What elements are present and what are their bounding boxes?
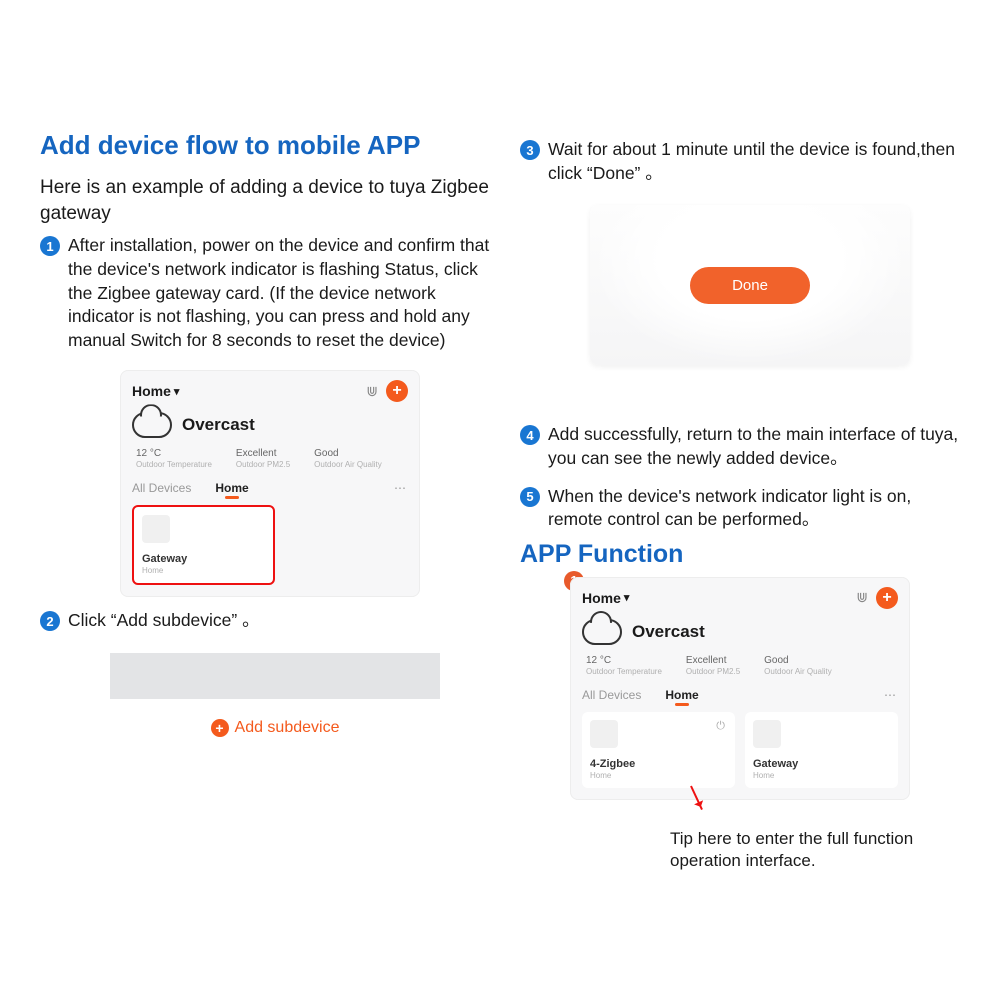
step-bullet-3: 3 <box>520 140 540 160</box>
home-label: Home <box>132 383 171 399</box>
done-button[interactable]: Done <box>690 267 810 304</box>
intro-text: Here is an example of adding a device to… <box>40 175 490 226</box>
zigbee-room: Home <box>590 771 727 780</box>
power-icon[interactable]: ⏻ <box>716 720 725 733</box>
step-4: 4 Add successfully, return to the main i… <box>520 423 970 470</box>
section-app-function: APP Function <box>520 540 970 569</box>
page-title: Add device flow to mobile APP <box>40 130 490 161</box>
stat-temp-sub: Outdoor Temperature <box>136 460 212 469</box>
add-button[interactable]: + <box>386 380 408 402</box>
plus-icon: + <box>211 719 229 737</box>
done-screenshot: Done <box>590 205 910 365</box>
step-bullet-5: 5 <box>520 487 540 507</box>
gateway-name-2: Gateway <box>753 758 890 770</box>
gateway-card-2[interactable]: Gateway Home <box>745 712 898 788</box>
mic-icon[interactable]: ⋓ <box>366 383 378 400</box>
zigbee-card[interactable]: ⏻ 4-Zigbee Home <box>582 712 735 788</box>
app-screenshot-2: Home ▾ ⋓ + Overcast 12 °COutdoor Tempera… <box>570 577 910 800</box>
add-button-2[interactable]: + <box>876 587 898 609</box>
add-subdevice-label: Add subdevice <box>235 719 340 737</box>
step-1: 1 After installation, power on the devic… <box>40 234 490 352</box>
tab-all-devices[interactable]: All Devices <box>132 481 191 495</box>
stat-pm-2: Excellent <box>686 655 740 666</box>
zigbee-name: 4-Zigbee <box>590 758 727 770</box>
tab-home[interactable]: Home <box>215 481 248 495</box>
tab-all-devices-2[interactable]: All Devices <box>582 688 641 702</box>
home-label-2: Home <box>582 590 621 606</box>
weather-label: Overcast <box>182 415 255 435</box>
step-5: 5 When the device's network indicator li… <box>520 485 970 532</box>
weather-label-2: Overcast <box>632 622 705 642</box>
stat-air-2: Good <box>764 655 832 666</box>
step-4-text: Add successfully, return to the main int… <box>548 423 970 470</box>
step-3-text: Wait for about 1 minute until the device… <box>548 138 970 185</box>
gateway-icon-2 <box>753 720 781 748</box>
gateway-icon <box>142 515 170 543</box>
cloud-icon <box>132 412 172 438</box>
home-dropdown-2[interactable]: Home ▾ <box>582 590 629 606</box>
device-placeholder-bar <box>110 653 440 699</box>
stat-air-sub-2: Outdoor Air Quality <box>764 667 832 676</box>
step-3: 3 Wait for about 1 minute until the devi… <box>520 138 970 185</box>
stat-pm-sub: Outdoor PM2.5 <box>236 460 290 469</box>
stat-temp-2: 12 °C <box>586 655 662 666</box>
stat-air: Good <box>314 448 382 459</box>
step-5-text: When the device's network indicator ligh… <box>548 485 970 532</box>
gateway-card[interactable]: Gateway Home <box>132 505 275 585</box>
step-1-text: After installation, power on the device … <box>68 234 490 352</box>
stat-pm-sub-2: Outdoor PM2.5 <box>686 667 740 676</box>
weather-stats-2: 12 °COutdoor Temperature ExcellentOutdoo… <box>582 655 898 676</box>
tab-home-2[interactable]: Home <box>665 688 698 702</box>
step-bullet-2: 2 <box>40 611 60 631</box>
add-subdevice-screenshot: + Add subdevice <box>110 653 440 737</box>
cloud-icon-2 <box>582 619 622 645</box>
add-subdevice-button[interactable]: + Add subdevice <box>110 719 440 737</box>
weather-stats: 12 °COutdoor Temperature ExcellentOutdoo… <box>132 448 408 469</box>
chevron-down-icon-2: ▾ <box>624 591 630 604</box>
stat-temp: 12 °C <box>136 448 212 459</box>
step-bullet-4: 4 <box>520 425 540 445</box>
gateway-room: Home <box>142 566 265 575</box>
step-bullet-1: 1 <box>40 236 60 256</box>
chevron-down-icon: ▾ <box>174 385 180 398</box>
mic-icon-2[interactable]: ⋓ <box>856 589 868 606</box>
home-dropdown[interactable]: Home ▾ <box>132 383 179 399</box>
stat-air-sub: Outdoor Air Quality <box>314 460 382 469</box>
stat-pm: Excellent <box>236 448 290 459</box>
step-2-text: Click “Add subdevice” 。 <box>68 609 260 633</box>
more-icon[interactable]: ⋯ <box>394 481 408 495</box>
gateway-room-2: Home <box>753 771 890 780</box>
stat-temp-sub-2: Outdoor Temperature <box>586 667 662 676</box>
tip-text: Tip here to enter the full function oper… <box>670 828 970 872</box>
zigbee-icon <box>590 720 618 748</box>
more-icon-2[interactable]: ⋯ <box>884 688 898 702</box>
app-screenshot-1: Home ▾ ⋓ + Overcast 12 °COutdoor Tempera… <box>120 370 420 597</box>
step-2: 2 Click “Add subdevice” 。 <box>40 609 490 633</box>
gateway-name: Gateway <box>142 553 265 565</box>
